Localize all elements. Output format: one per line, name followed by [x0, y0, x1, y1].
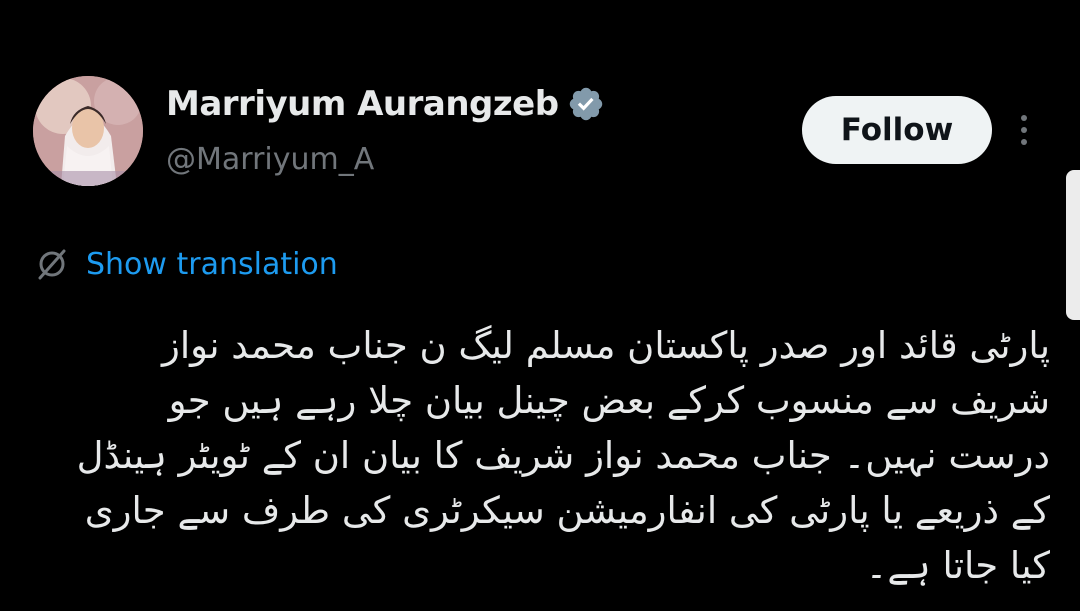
more-vertical-icon[interactable] [1010, 110, 1038, 150]
author-handle[interactable]: @Marriyum_A [166, 142, 374, 177]
tweet-card: Marriyum Aurangzeb @Marriyum_A Follow Sh… [0, 0, 1080, 611]
avatar[interactable] [33, 76, 143, 186]
tweet-text-line: پارٹی قائد اور صدر پاکستان مسلم لیگ ن جن… [161, 324, 1050, 367]
tweet-text-line: کیا جاتا ہے۔ [865, 544, 1050, 587]
tweet-text-line: شریف سے منسوب کرکے بعض چینل بیان چلا رہے… [168, 379, 1050, 422]
scrollbar-thumb[interactable] [1066, 170, 1080, 320]
tweet-text-line: درست نہیں۔ جناب محمد نواز شریف کا بیان ا… [76, 434, 1050, 477]
author-display-name[interactable]: Marriyum Aurangzeb [166, 84, 559, 124]
show-translation-link[interactable]: Show translation [34, 242, 338, 286]
tweet-text-line: کے ذریعے یا پارٹی کی انفارمیشن سیکرٹری ک… [84, 489, 1050, 532]
verified-badge-icon[interactable] [567, 85, 605, 123]
author-name-row: Marriyum Aurangzeb [166, 80, 605, 128]
follow-button[interactable]: Follow [802, 96, 992, 164]
show-translation-label[interactable]: Show translation [86, 247, 338, 282]
globe-icon [34, 246, 70, 282]
avatar-photo [33, 76, 143, 186]
tweet-text: پارٹی قائد اور صدر پاکستان مسلم لیگ ن جن… [38, 318, 1050, 593]
